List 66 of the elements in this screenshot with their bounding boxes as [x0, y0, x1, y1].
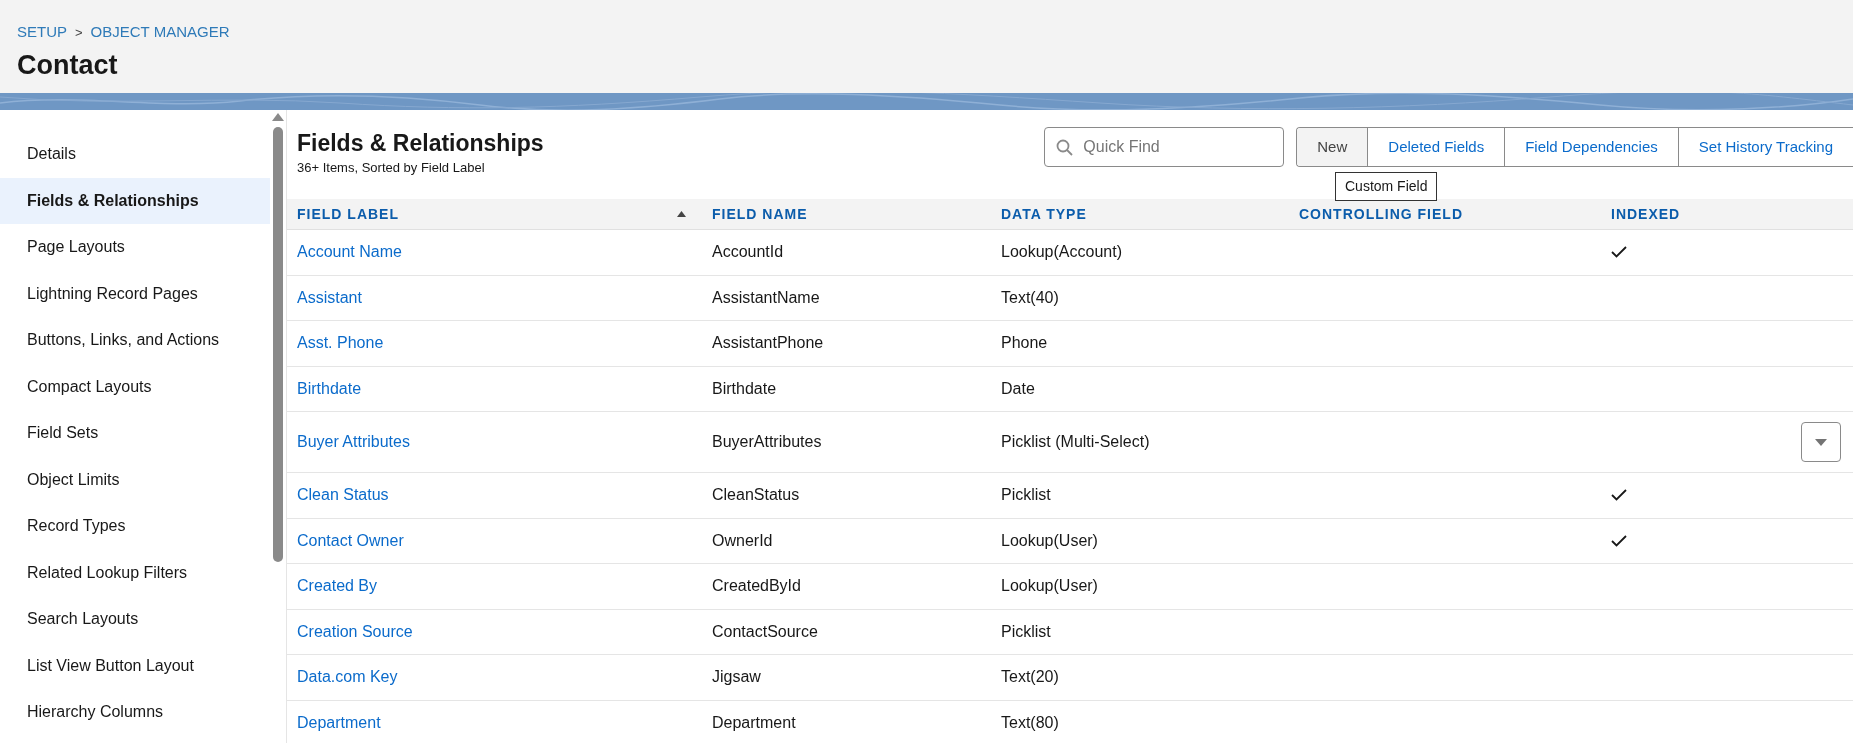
column-header[interactable]: CONTROLLING FIELD [1299, 203, 1463, 225]
sidebar-item[interactable]: Field Sets [0, 410, 270, 457]
toolbar-button[interactable]: New [1297, 128, 1368, 166]
field-label-link[interactable]: Contact Owner [297, 531, 404, 549]
table-cell: Picklist [1001, 486, 1051, 504]
sidebar-item[interactable]: Fields & Relationships [0, 177, 270, 224]
search-field[interactable]: Quick Find [1044, 127, 1285, 167]
column-header[interactable]: FIELD NAME [712, 203, 808, 225]
sidebar-item[interactable]: Search Layouts [0, 596, 270, 643]
section-subtitle: 36+ Items, Sorted by Field Label [297, 159, 486, 177]
breadcrumb-separator: > [75, 23, 83, 42]
sort-ascending-icon[interactable] [677, 211, 686, 217]
object-title: Contact [17, 48, 119, 82]
column-header[interactable]: FIELD LABEL [297, 203, 399, 225]
sidebar-item[interactable]: Related Lookup Filters [0, 549, 270, 596]
table-cell: Text(20) [1001, 668, 1059, 686]
sidebar-item[interactable]: Lightning Record Pages [0, 270, 270, 317]
field-label-link[interactable]: Data.com Key [297, 668, 398, 686]
field-label-link[interactable]: Clean Status [297, 486, 389, 504]
breadcrumb-link[interactable]: SETUP [17, 21, 67, 44]
sidebar-item[interactable]: Record Types [0, 503, 270, 550]
table-cell: Picklist [1001, 622, 1051, 640]
scroll-thumb[interactable] [273, 127, 283, 562]
table-cell: Lookup(User) [1001, 577, 1098, 595]
field-label-link[interactable]: Asst. Phone [297, 334, 384, 352]
field-label-link[interactable]: Department [297, 713, 381, 731]
table-cell: BuyerAttributes [712, 433, 822, 450]
section-title: Fields & Relationships [297, 130, 544, 156]
breadcrumb-link[interactable]: OBJECT MANAGER [90, 21, 230, 44]
table-cell: Lookup(Account) [1001, 243, 1122, 261]
table-cell: CleanStatus [712, 486, 800, 504]
field-label-link[interactable]: Account Name [297, 243, 402, 261]
table-cell: Jigsaw [712, 668, 761, 686]
table-cell: ContactSource [712, 622, 818, 640]
sidebar-item[interactable]: Hierarchy Columns [0, 689, 270, 736]
sidebar-item[interactable]: Page Layouts [0, 224, 270, 271]
table-cell: Date [1001, 379, 1035, 397]
column-header[interactable]: DATA TYPE [1001, 203, 1087, 225]
column-header[interactable]: INDEXED [1611, 203, 1681, 225]
table-cell: Picklist (Multi-Select) [1001, 433, 1150, 450]
table-cell: OwnerId [712, 531, 773, 549]
table-cell: Phone [1001, 334, 1048, 352]
sidebar-item[interactable]: List View Button Layout [0, 642, 270, 689]
field-label-link[interactable]: Created By [297, 577, 378, 595]
sidebar-item[interactable]: Object Limits [0, 456, 270, 503]
field-label-link[interactable]: Creation Source [297, 622, 413, 640]
table-cell: CreatedById [712, 577, 801, 595]
table-cell: Text(80) [1001, 713, 1059, 731]
field-label-link[interactable]: Assistant [297, 288, 362, 306]
search-icon [1056, 139, 1074, 156]
field-label-link[interactable]: Buyer Attributes [297, 433, 410, 450]
tooltip: Custom Field [1335, 172, 1438, 201]
table-cell: Text(40) [1001, 288, 1059, 306]
sidebar-item[interactable]: Details [0, 131, 270, 178]
table-cell: Department [712, 713, 796, 731]
row-menu-button[interactable] [1801, 422, 1841, 462]
caret-down-icon [1815, 438, 1827, 446]
sidebar-item[interactable]: Compact Layouts [0, 363, 270, 410]
scroll-up-icon[interactable] [272, 113, 284, 121]
sidebar-item[interactable]: Buttons, Links, and Actions [0, 317, 270, 364]
table-cell: Lookup(User) [1001, 531, 1098, 549]
table-cell: AccountId [712, 243, 784, 261]
table-cell: AssistantPhone [712, 334, 824, 352]
field-label-link[interactable]: Birthdate [297, 379, 362, 397]
table-cell: Birthdate [712, 379, 777, 397]
table-cell: AssistantName [712, 288, 820, 306]
